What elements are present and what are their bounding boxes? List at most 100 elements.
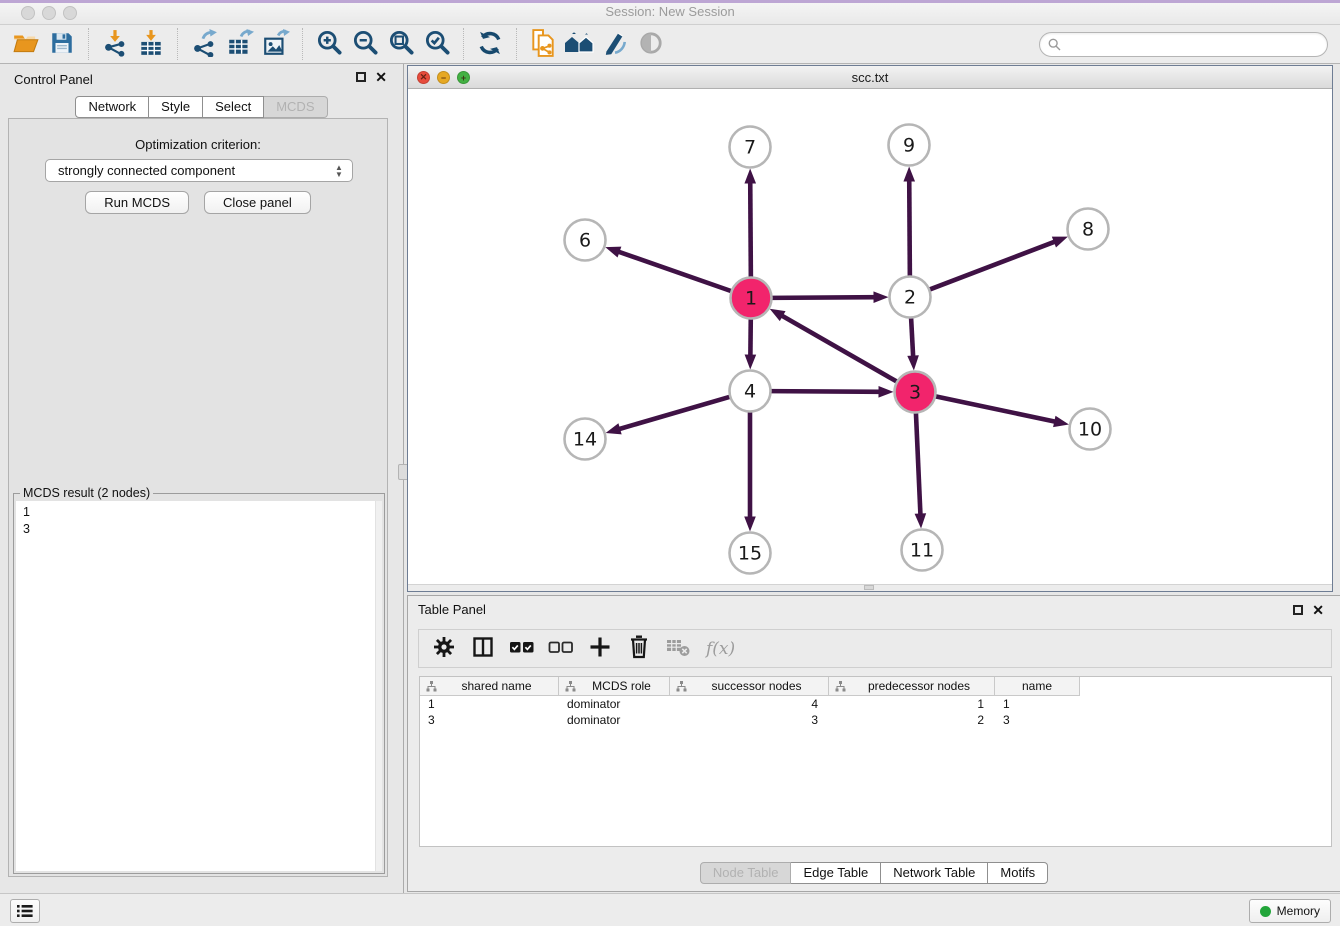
table-header-row: shared name MCDS role successor nodesprede… xyxy=(420,677,1331,696)
graph-node-15[interactable]: 15 xyxy=(730,533,771,574)
tab-network[interactable]: Network xyxy=(75,96,149,118)
graph-node-4[interactable]: 4 xyxy=(730,371,771,412)
graph-edge-3-10[interactable] xyxy=(935,396,1069,427)
column-header-predecessor-nodes[interactable]: predecessor nodes xyxy=(829,677,995,696)
graph-edge-3-1[interactable] xyxy=(770,309,898,382)
settings-button[interactable] xyxy=(429,634,459,664)
tab-select[interactable]: Select xyxy=(203,96,264,118)
table-cell[interactable]: 1 xyxy=(420,696,559,712)
tab-edge-table[interactable]: Edge Table xyxy=(791,862,881,884)
close-table-panel-icon[interactable]: ✕ xyxy=(1312,604,1324,616)
delete-table-button xyxy=(663,634,693,664)
tab-network-table[interactable]: Network Table xyxy=(881,862,988,884)
graph-node-11[interactable]: 11 xyxy=(902,530,943,571)
result-scrollbar[interactable] xyxy=(375,501,382,871)
graph-edge-2-8[interactable] xyxy=(929,237,1068,290)
column-header-shared-name[interactable]: shared name xyxy=(420,677,559,696)
toolbar-icon-strip xyxy=(8,27,669,61)
window-accent-strip xyxy=(0,0,1340,3)
run-mcds-button[interactable]: Run MCDS xyxy=(85,191,189,214)
tab-mcds[interactable]: MCDS xyxy=(264,96,327,118)
graph-edge-2-9[interactable] xyxy=(903,166,915,276)
import-table-button[interactable] xyxy=(133,27,169,61)
table-row[interactable]: 3dominator323 xyxy=(420,712,1331,728)
refresh-button[interactable] xyxy=(472,27,508,61)
graph-node-9[interactable]: 9 xyxy=(889,125,930,166)
graph-edge-4-3[interactable] xyxy=(770,386,893,398)
control-panel-tabs: NetworkStyleSelectMCDS xyxy=(0,96,403,118)
column-header-label: MCDS role xyxy=(578,679,665,693)
close-panel-icon[interactable]: ✕ xyxy=(375,71,387,83)
graph-node-label: 15 xyxy=(738,543,762,565)
zoom-in-button[interactable] xyxy=(311,27,347,61)
import-network-button[interactable] xyxy=(97,27,133,61)
export-image-button[interactable] xyxy=(258,27,294,61)
table-cell[interactable]: 4 xyxy=(670,696,829,712)
export-network-button[interactable] xyxy=(186,27,222,61)
search-input[interactable] xyxy=(1066,35,1327,55)
graph-node-6[interactable]: 6 xyxy=(565,220,606,261)
add-row-icon xyxy=(588,635,612,662)
tab-node-table[interactable]: Node Table xyxy=(700,862,792,884)
column-header-MCDS-role[interactable]: MCDS role xyxy=(559,677,670,696)
graph-edge-1-6[interactable] xyxy=(605,247,731,292)
column-header-successor-nodes[interactable]: successor nodes xyxy=(670,677,829,696)
table-cell[interactable]: 1 xyxy=(829,696,995,712)
title-bar: Session: New Session xyxy=(0,0,1340,25)
home-icon xyxy=(564,30,594,59)
tab-style[interactable]: Style xyxy=(149,96,203,118)
graph-node-8[interactable]: 8 xyxy=(1068,209,1109,250)
task-history-button[interactable] xyxy=(10,899,40,923)
zoom-fit-button[interactable] xyxy=(383,27,419,61)
graph-node-label: 2 xyxy=(904,287,916,309)
graph-node-3[interactable]: 3 xyxy=(895,372,936,413)
table-row[interactable]: 1dominator411 xyxy=(420,696,1331,712)
graph-edge-3-11[interactable] xyxy=(915,412,927,528)
table-cell[interactable]: 3 xyxy=(995,712,1080,728)
memory-button-label: Memory xyxy=(1277,904,1320,918)
graph-edge-4-14[interactable] xyxy=(606,397,731,435)
unselect-all-button[interactable] xyxy=(546,634,576,664)
graph-edge-4-15[interactable] xyxy=(744,412,756,532)
add-row-button[interactable] xyxy=(585,634,615,664)
network-canvas[interactable]: 7 9 6 8 1 2 4 3 14 10 15 11 xyxy=(408,89,1332,585)
import-table-icon xyxy=(137,29,165,60)
graph-node-2[interactable]: 2 xyxy=(890,277,931,318)
graph-edge-1-7[interactable] xyxy=(744,168,756,277)
select-all-button[interactable] xyxy=(507,634,537,664)
table-cell[interactable]: dominator xyxy=(559,712,670,728)
network-window-titlebar[interactable]: ✕ − + scc.txt xyxy=(408,66,1332,89)
float-table-panel-icon[interactable] xyxy=(1293,605,1303,615)
table-cell[interactable]: 2 xyxy=(829,712,995,728)
table-cell[interactable]: dominator xyxy=(559,696,670,712)
open-file-button[interactable] xyxy=(8,27,44,61)
table-cell[interactable]: 3 xyxy=(670,712,829,728)
export-table-button[interactable] xyxy=(222,27,258,61)
home-button[interactable] xyxy=(561,27,597,61)
close-panel-button[interactable]: Close panel xyxy=(204,191,311,214)
memory-button[interactable]: Memory xyxy=(1249,899,1331,923)
search-icon xyxy=(1048,38,1061,51)
float-panel-icon[interactable] xyxy=(356,72,366,82)
clone-network-button[interactable] xyxy=(525,27,561,61)
graph-node-7[interactable]: 7 xyxy=(730,127,771,168)
optimization-criterion-select[interactable]: strongly connected component ▲▼ xyxy=(45,159,353,182)
zoom-out-button[interactable] xyxy=(347,27,383,61)
tab-motifs[interactable]: Motifs xyxy=(988,862,1048,884)
zoom-selected-button[interactable] xyxy=(419,27,455,61)
table-cell[interactable]: 3 xyxy=(420,712,559,728)
graph-node-10[interactable]: 10 xyxy=(1070,409,1111,450)
window-resize-handle[interactable] xyxy=(864,585,874,590)
column-header-name[interactable]: name xyxy=(995,677,1080,696)
save-session-button[interactable] xyxy=(44,27,80,61)
apply-style-button[interactable] xyxy=(597,27,633,61)
column-layout-button[interactable] xyxy=(468,634,498,664)
graph-edge-1-2[interactable] xyxy=(771,291,888,303)
table-cell[interactable]: 1 xyxy=(995,696,1080,712)
graph-edge-1-4[interactable] xyxy=(745,318,757,369)
graph-node-14[interactable]: 14 xyxy=(565,419,606,460)
graph-edge-2-3[interactable] xyxy=(907,317,919,370)
delete-row-button[interactable] xyxy=(624,634,654,664)
mcds-result-textarea[interactable]: 13 xyxy=(16,501,382,871)
graph-node-1[interactable]: 1 xyxy=(731,278,772,319)
